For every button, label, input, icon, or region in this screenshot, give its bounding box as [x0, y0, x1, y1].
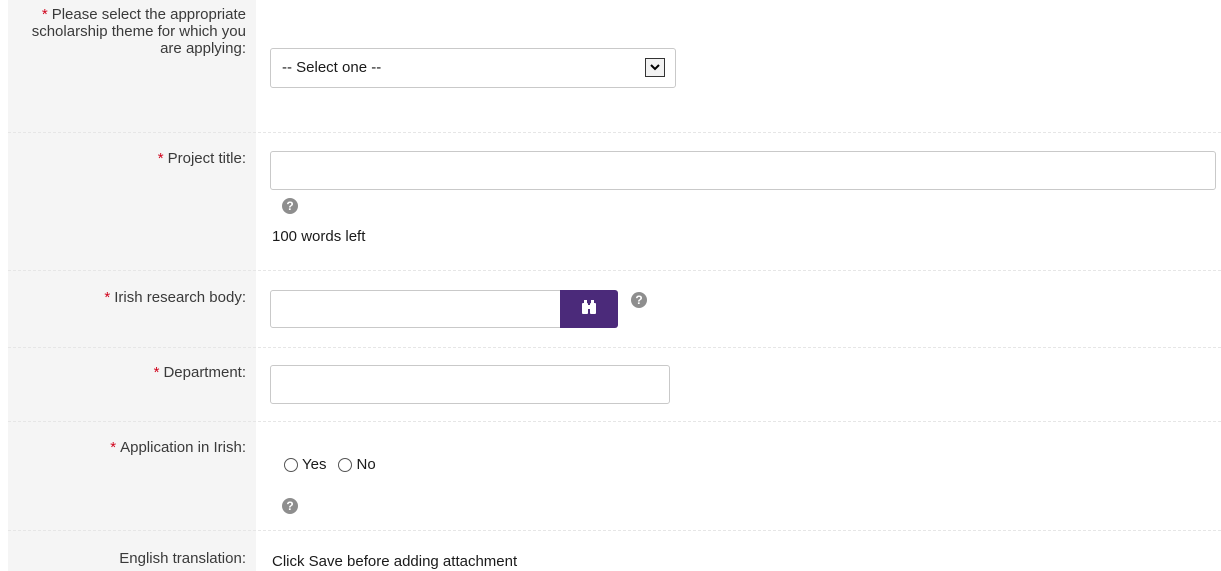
department-input[interactable] — [270, 365, 670, 404]
required-marker: * — [104, 289, 111, 306]
application-irish-radio-group: Yes No — [284, 456, 388, 473]
theme-label-text: Please select the appropriate scholarshi… — [31, 6, 246, 57]
radio-option-yes[interactable]: Yes — [284, 456, 326, 473]
row-divider — [8, 421, 1221, 422]
row-divider — [8, 347, 1221, 348]
radio-option-no[interactable]: No — [338, 456, 376, 473]
theme-select-value: -- Select one -- — [282, 59, 382, 76]
radio-label: Yes — [302, 456, 327, 473]
help-icon[interactable]: ? — [631, 292, 647, 308]
help-icon[interactable]: ? — [282, 198, 298, 214]
english-translation-label-text: English translation: — [119, 550, 246, 567]
row-divider — [8, 530, 1221, 531]
attachment-message: Click Save before adding attachment — [272, 553, 518, 570]
radio-button[interactable] — [338, 457, 353, 472]
row-divider — [8, 270, 1221, 271]
project-title-label-text: Project title: — [167, 150, 246, 167]
research-body-input[interactable] — [270, 290, 562, 328]
required-marker: * — [157, 150, 164, 167]
research-body-label-text: Irish research body: — [114, 289, 246, 306]
radio-button[interactable] — [284, 457, 298, 472]
application-irish-label-text: Application in Irish: — [120, 439, 246, 456]
application-irish-label: * Application in Irish: — [8, 439, 246, 456]
binoculars-icon — [581, 300, 597, 318]
radio-label: No — [356, 456, 376, 473]
words-left-counter: 100 words left — [272, 228, 366, 245]
english-translation-label: English translation: — [8, 550, 246, 567]
project-title-label: * Project title: — [8, 150, 246, 167]
project-title-input[interactable] — [270, 151, 1216, 190]
row-divider — [8, 132, 1221, 133]
lookup-button[interactable] — [560, 290, 618, 328]
required-marker: * — [153, 364, 160, 381]
theme-select[interactable]: -- Select one -- — [270, 48, 676, 88]
department-label-text: Department: — [163, 364, 246, 381]
research-body-label: * Irish research body: — [8, 289, 246, 306]
required-marker: * — [41, 6, 48, 23]
department-label: * Department: — [8, 364, 246, 381]
label-column — [8, 0, 256, 571]
theme-label: * Please select the appropriate scholarsh… — [8, 6, 246, 57]
help-icon[interactable]: ? — [282, 498, 298, 514]
chevron-down-icon[interactable] — [645, 58, 665, 77]
required-marker: * — [110, 439, 117, 456]
